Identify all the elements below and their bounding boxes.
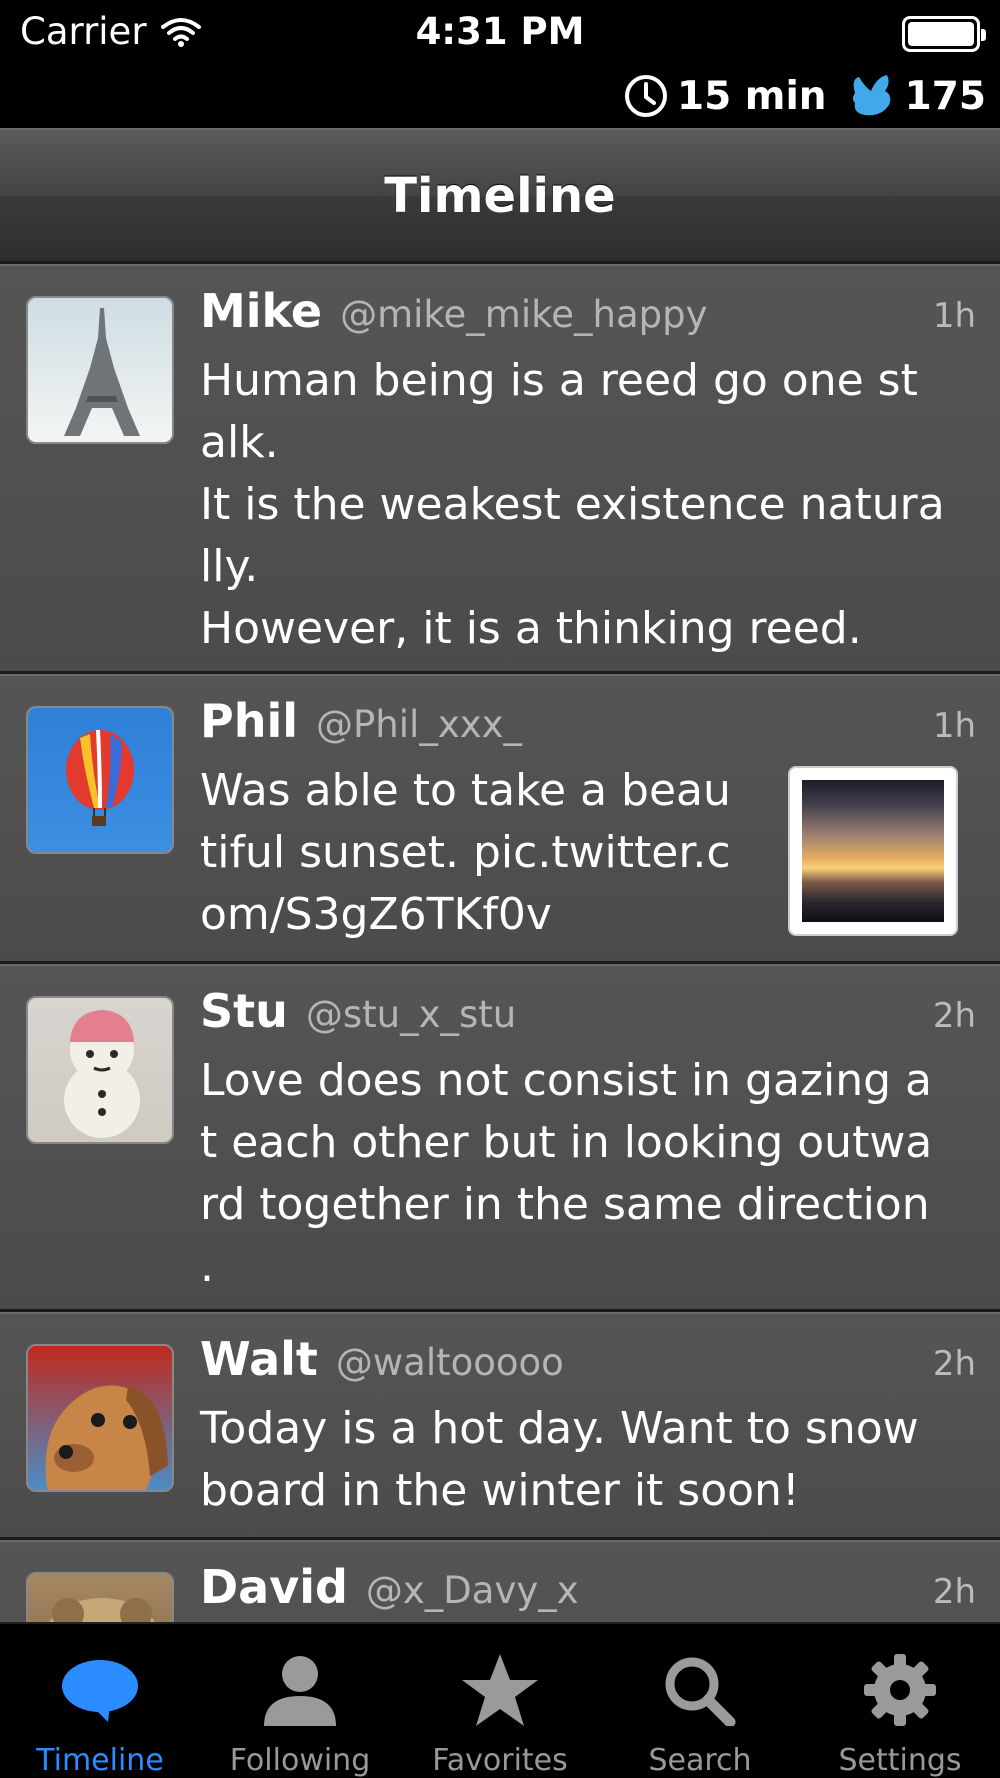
clock-icon <box>624 75 667 117</box>
clock-time: 4:31 PM <box>415 10 585 53</box>
tweet-text: Today is a hot day. Want to snow board i… <box>200 1403 919 1516</box>
tweet-row[interactable]: Stu @stu_x_stu 2h Love does not consist … <box>0 964 1000 1312</box>
tweet-author-name[interactable]: Phil <box>200 694 298 748</box>
nav-bar: Timeline <box>0 128 1000 264</box>
tweet-timestamp: 2h <box>932 996 976 1036</box>
tab-bar: Timeline Following Favorites Search Sett… <box>0 1622 1000 1778</box>
tweet-text[interactable]: Was able to take a beau tiful sunset. pi… <box>200 760 731 946</box>
bird-icon <box>852 75 890 116</box>
status-bar: Carrier 4:31 PM 15 min 175 <box>0 0 1000 128</box>
tweet-header: Phil @Phil_xxx_ 1h <box>200 694 976 754</box>
avatar[interactable] <box>26 706 174 854</box>
avatar[interactable] <box>26 996 174 1144</box>
tab-label: Favorites <box>432 1743 568 1778</box>
tweet-author-name[interactable]: Stu <box>200 984 288 1038</box>
status-extras: 15 min 175 <box>623 68 986 124</box>
page-title: Timeline <box>384 168 616 224</box>
magnifier-icon <box>665 1657 736 1726</box>
tweet-header: Stu @stu_x_stu 2h <box>200 984 976 1044</box>
tab-settings[interactable]: Settings <box>800 1624 1000 1778</box>
tab-label: Settings <box>838 1743 962 1778</box>
timer-label: 15 min <box>676 73 827 119</box>
person-icon <box>264 1655 336 1726</box>
tweet-row[interactable]: Phil @Phil_xxx_ 1h Was able to take a be… <box>0 674 1000 964</box>
tweet-author-handle[interactable]: @Phil_xxx_ <box>316 703 522 746</box>
tweet-row[interactable]: Walt @waltooooo 2h Today is a hot day. W… <box>0 1312 1000 1540</box>
tweet-author-handle[interactable]: @x_Davy_x <box>366 1569 579 1612</box>
avatar[interactable] <box>26 296 174 444</box>
tweet-row[interactable]: David @x_Davy_x 2h <box>0 1540 1000 1622</box>
gear-icon <box>864 1653 936 1726</box>
tweet-author-handle[interactable]: @mike_mike_happy <box>340 293 707 336</box>
tab-search[interactable]: Search <box>600 1624 800 1778</box>
tweet-header: Walt @waltooooo 2h <box>200 1332 976 1392</box>
sunset-photo <box>802 780 944 922</box>
tweet-timestamp: 1h <box>932 706 976 746</box>
tweet-timestamp: 2h <box>932 1344 976 1384</box>
tweet-header: David @x_Davy_x 2h <box>200 1560 976 1620</box>
tweet-header: Mike @mike_mike_happy 1h <box>200 284 976 344</box>
tweet-row[interactable]: Mike @mike_mike_happy 1h Human being is … <box>0 264 1000 674</box>
tab-favorites[interactable]: Favorites <box>400 1624 600 1778</box>
tweet-text: Love does not consist in gazing a t each… <box>200 1055 933 1292</box>
timeline-feed[interactable]: Mike @mike_mike_happy 1h Human being is … <box>0 264 1000 1622</box>
bird-counter: 175 <box>847 73 986 119</box>
tweet-text: Human being is a reed go one st alk. It … <box>200 355 945 654</box>
speech-bubble-icon <box>62 1659 138 1722</box>
timer-indicator: 15 min <box>623 73 827 119</box>
tab-label: Search <box>648 1743 752 1778</box>
tweet-image-thumbnail[interactable] <box>790 768 956 934</box>
avatar[interactable] <box>26 1572 174 1622</box>
star-icon <box>462 1653 538 1726</box>
tweet-timestamp: 1h <box>932 296 976 336</box>
tab-label: Timeline <box>36 1743 164 1778</box>
tab-following[interactable]: Following <box>200 1624 400 1778</box>
tab-timeline[interactable]: Timeline <box>0 1624 200 1778</box>
tweet-author-name[interactable]: David <box>200 1560 348 1614</box>
tweet-author-name[interactable]: Mike <box>200 284 322 338</box>
battery-icon <box>902 16 986 52</box>
avatar[interactable] <box>26 1344 174 1492</box>
tweet-author-handle[interactable]: @stu_x_stu <box>306 993 516 1036</box>
tweet-author-name[interactable]: Walt <box>200 1332 318 1386</box>
tweet-timestamp: 2h <box>932 1572 976 1612</box>
tweet-author-handle[interactable]: @waltooooo <box>336 1341 564 1384</box>
count-label: 175 <box>904 73 986 119</box>
tab-label: Following <box>229 1743 371 1778</box>
